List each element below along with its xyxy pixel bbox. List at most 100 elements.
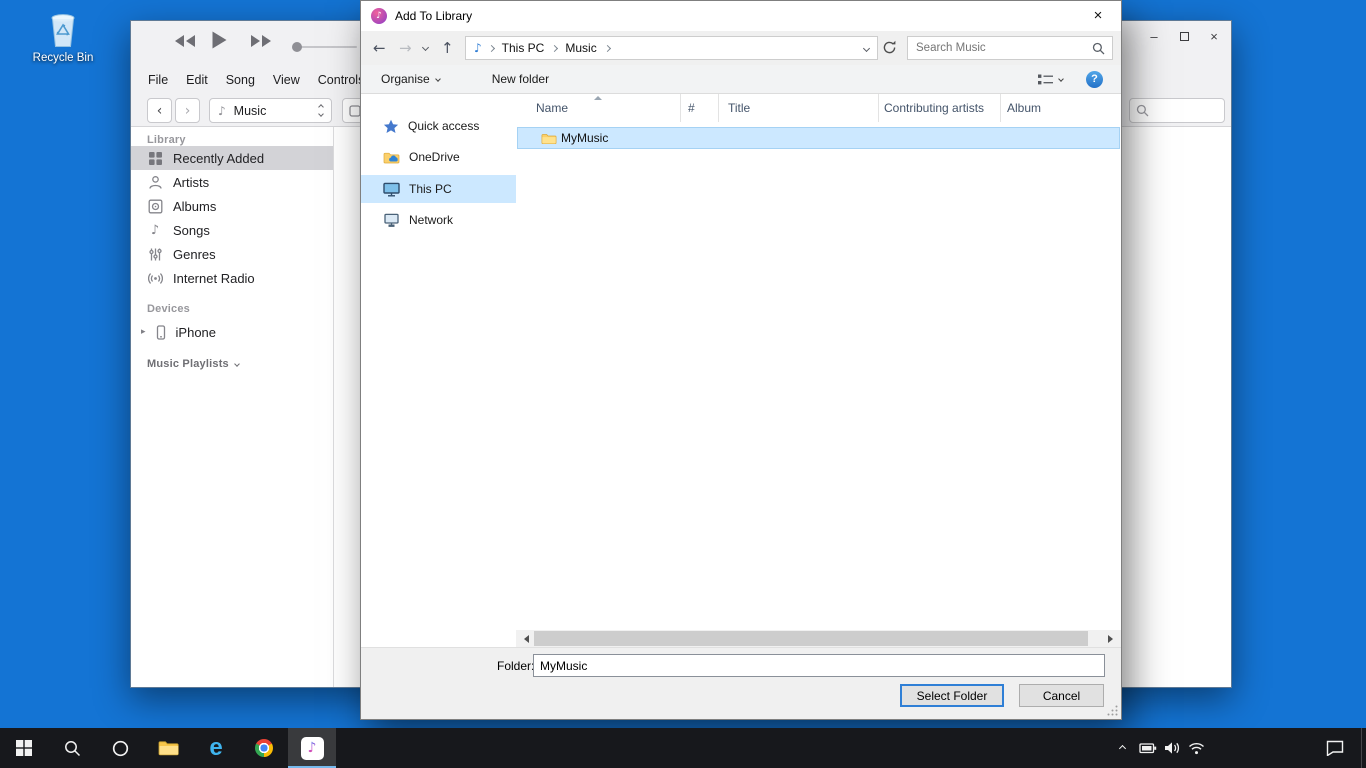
recycle-bin-desktop-icon[interactable]: Recycle Bin [22, 6, 104, 64]
scrollbar-thumb[interactable] [534, 631, 1088, 646]
volume-tray-icon[interactable] [1160, 728, 1184, 768]
address-dropdown-icon[interactable] [863, 44, 870, 51]
taskbar-search-button[interactable] [48, 728, 96, 768]
internet-explorer-button[interactable]: e [192, 728, 240, 768]
change-view-button[interactable] [1037, 73, 1063, 86]
itunes-forward-button[interactable]: › [175, 98, 200, 123]
recent-locations-chevron-icon[interactable] [422, 44, 429, 51]
nav-item-quick-access[interactable]: Quick access [361, 112, 516, 140]
chrome-button[interactable] [240, 728, 288, 768]
resize-grip[interactable] [1106, 704, 1119, 717]
breadcrumb-separator-icon[interactable] [551, 44, 558, 51]
itunes-sidebar: Library Recently Added Artists Albums [131, 127, 334, 687]
dialog-title: Add To Library [395, 9, 472, 23]
sidebar-item-songs[interactable]: ♪ Songs [131, 218, 333, 242]
horizontal-scrollbar[interactable] [516, 630, 1121, 647]
scroll-left-button[interactable] [516, 630, 533, 647]
sidebar-item-artists[interactable]: Artists [131, 170, 333, 194]
column-header-title[interactable]: Title [719, 94, 879, 122]
playlists-header-label: Music Playlists [147, 358, 229, 370]
menu-song[interactable]: Song [217, 73, 264, 87]
address-bar[interactable]: ♪ This PC Music [465, 36, 878, 60]
windows-logo-icon [16, 740, 32, 756]
start-button[interactable] [0, 728, 48, 768]
internet-radio-icon [147, 271, 163, 286]
media-kind-selector[interactable]: ♪ Music [209, 98, 332, 123]
itunes-minimize-button[interactable]: – [1139, 23, 1169, 49]
playlists-section-header[interactable]: Music Playlists [147, 358, 239, 370]
show-desktop-button[interactable] [1361, 728, 1366, 768]
volume-slider[interactable] [293, 46, 357, 48]
add-to-library-dialog: ♪ Add To Library × ← → ↑ ♪ This PC Music [360, 0, 1122, 720]
cancel-button[interactable]: Cancel [1019, 684, 1104, 707]
dialog-close-button[interactable]: × [1075, 1, 1121, 30]
taskbar: e ♪ [0, 728, 1366, 768]
rewind-button[interactable] [173, 34, 197, 48]
column-label: Name [536, 101, 568, 115]
organise-button[interactable]: Organise [381, 72, 440, 86]
view-options-icon [1037, 73, 1054, 86]
search-box[interactable] [907, 36, 1113, 60]
sidebar-item-recently-added[interactable]: Recently Added [131, 146, 333, 170]
onedrive-icon [383, 151, 400, 164]
recently-added-icon [147, 151, 163, 166]
scroll-right-button[interactable] [1104, 630, 1121, 647]
play-button[interactable] [211, 30, 228, 50]
nav-item-onedrive[interactable]: OneDrive [361, 143, 516, 171]
menu-file[interactable]: File [139, 73, 177, 87]
file-explorer-icon [158, 740, 179, 756]
fast-forward-button[interactable] [249, 34, 273, 48]
up-button[interactable]: ↑ [441, 39, 454, 57]
folder-name-input[interactable] [533, 654, 1105, 677]
new-folder-button[interactable]: New folder [492, 72, 549, 86]
file-explorer-button[interactable] [144, 728, 192, 768]
itunes-search-box[interactable] [1129, 98, 1225, 123]
breadcrumb-separator-icon[interactable] [488, 44, 495, 51]
battery-tray-icon[interactable] [1136, 728, 1160, 768]
chrome-icon [255, 739, 273, 757]
search-icon[interactable] [1092, 42, 1105, 55]
action-center-button[interactable] [1320, 728, 1350, 768]
sidebar-item-internet-radio[interactable]: Internet Radio [131, 266, 333, 290]
media-kind-label: Music [234, 104, 267, 118]
expander-chevron-icon[interactable]: ▸ [141, 327, 146, 337]
breadcrumb-music[interactable]: Music [560, 41, 601, 55]
search-input[interactable] [908, 38, 1086, 58]
network-icon [383, 213, 400, 228]
breadcrumb-this-pc[interactable]: This PC [497, 41, 550, 55]
column-header-contributing-artists[interactable]: Contributing artists [879, 94, 1001, 122]
nav-item-label: This PC [409, 182, 452, 196]
menu-view[interactable]: View [264, 73, 309, 87]
network-tray-icon[interactable] [1184, 728, 1208, 768]
sidebar-item-genres[interactable]: Genres [131, 242, 333, 266]
file-row-mymusic[interactable]: MyMusic [517, 127, 1120, 149]
nav-item-this-pc[interactable]: This PC [361, 175, 516, 203]
itunes-maximize-button[interactable] [1169, 23, 1199, 49]
itunes-taskbar-button[interactable]: ♪ [288, 728, 336, 768]
sidebar-item-albums[interactable]: Albums [131, 194, 333, 218]
column-header-album[interactable]: Album [1001, 94, 1121, 122]
forward-button[interactable]: → [399, 39, 412, 57]
sidebar-item-iphone[interactable]: ▸ iPhone [131, 320, 333, 344]
itunes-close-button[interactable]: × [1199, 23, 1229, 49]
menu-edit[interactable]: Edit [177, 73, 217, 87]
dialog-title-bar[interactable]: ♪ Add To Library × [361, 1, 1121, 31]
help-button[interactable]: ? [1086, 71, 1103, 88]
column-header-name[interactable]: Name [516, 94, 681, 122]
artists-icon [147, 175, 163, 190]
genres-icon [147, 247, 163, 262]
show-hidden-icons-button[interactable] [1110, 728, 1134, 768]
select-folder-button[interactable]: Select Folder [900, 684, 1004, 707]
breadcrumb-separator-icon[interactable] [604, 44, 611, 51]
nav-item-network[interactable]: Network [361, 206, 516, 234]
back-button[interactable]: ← [373, 39, 386, 57]
column-header-number[interactable]: # [681, 94, 719, 122]
cortana-button[interactable] [96, 728, 144, 768]
selector-steppers-icon [319, 105, 323, 116]
itunes-back-button[interactable]: ‹ [147, 98, 172, 123]
music-folder-icon: ♪ [466, 41, 486, 55]
file-list: Name # Title Contributing artists Album [516, 94, 1121, 647]
volume-knob[interactable] [292, 42, 302, 52]
refresh-button[interactable] [882, 40, 897, 60]
recycle-bin-icon [43, 6, 83, 50]
